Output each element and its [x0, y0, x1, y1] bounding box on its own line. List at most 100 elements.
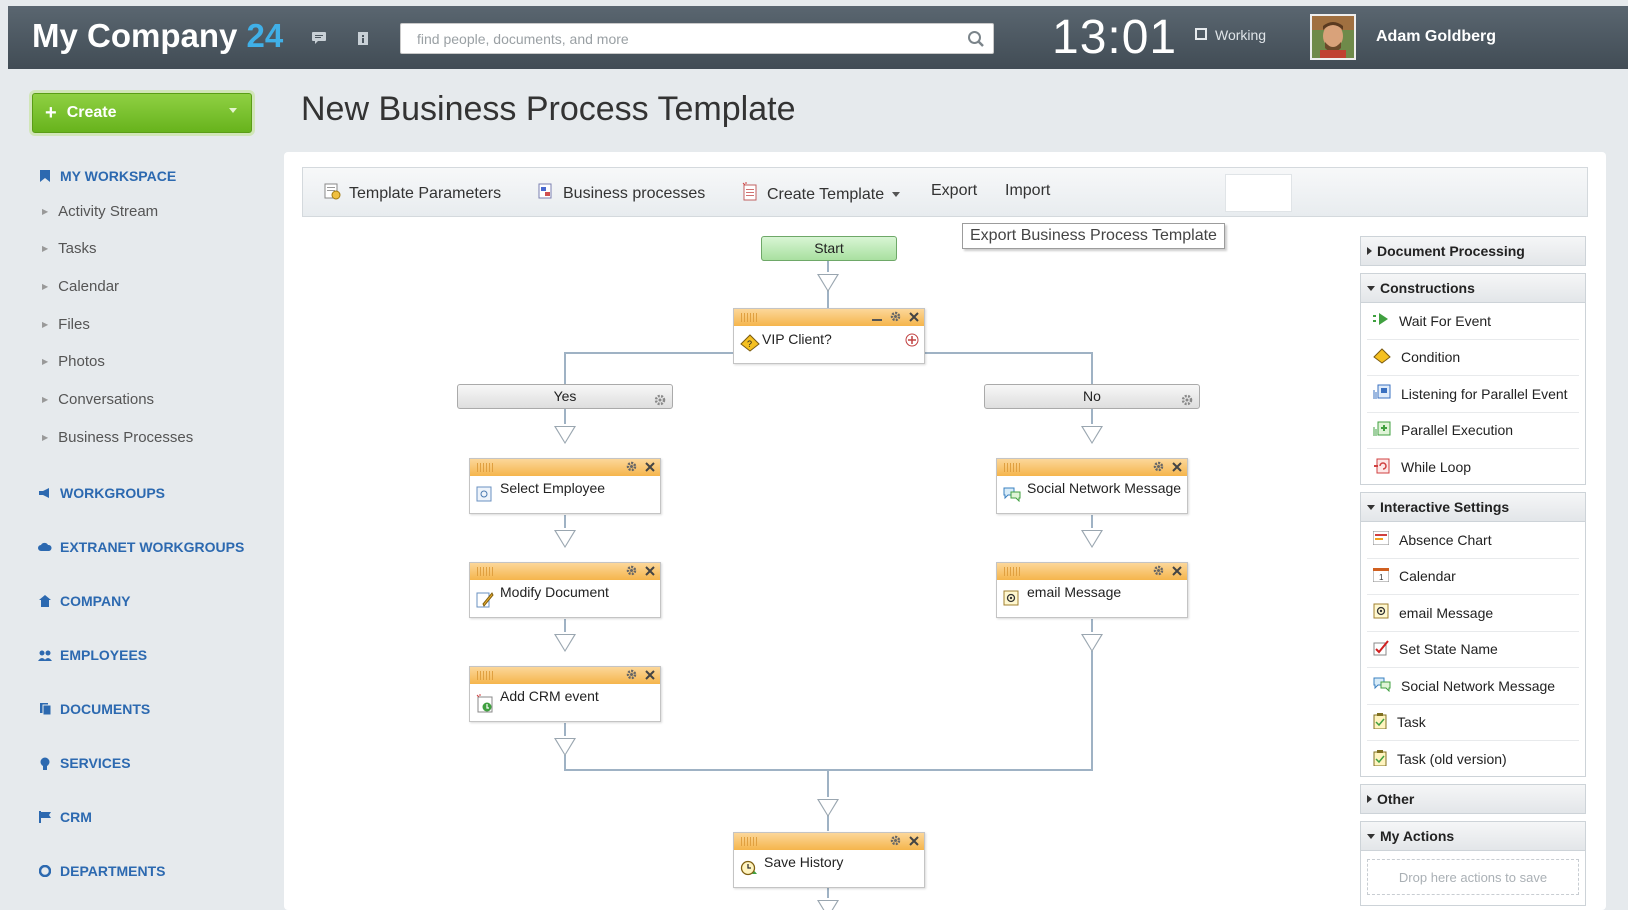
close-icon[interactable] — [909, 309, 919, 327]
drag-handle[interactable] — [1004, 567, 1020, 576]
palette-group-interactive-settings[interactable]: Interactive Settings — [1360, 492, 1586, 522]
palette-item-listening-for-parallel-event[interactable]: Listening for Parallel Event — [1367, 376, 1579, 413]
palette-item-parallel-execution[interactable]: Parallel Execution — [1367, 413, 1579, 449]
sidebar-section-crm[interactable]: CRM — [38, 809, 92, 825]
connector — [827, 769, 829, 797]
crm-event-icon — [476, 694, 494, 717]
palette-group-other[interactable]: Other — [1360, 784, 1586, 814]
sidebar-item-conversations[interactable]: ▶ Conversations — [42, 391, 154, 408]
gear-icon[interactable] — [1181, 390, 1193, 413]
gear-icon[interactable] — [1153, 563, 1164, 581]
block-titlebar[interactable] — [470, 563, 660, 580]
drag-handle[interactable] — [477, 671, 493, 680]
sidebar-section-employees[interactable]: EMPLOYEES — [38, 647, 147, 663]
close-icon[interactable] — [1172, 459, 1182, 477]
sidebar-section-extranet-workgroups[interactable]: EXTRANET WORKGROUPS — [38, 539, 244, 555]
sidebar-section-my-workspace[interactable]: MY WORKSPACE — [38, 168, 176, 184]
sidebar-section-company[interactable]: COMPANY — [38, 593, 131, 609]
palette-item-label: Task — [1397, 714, 1426, 731]
export-button[interactable]: Export — [931, 182, 977, 200]
palette-my-actions-list: Drop here actions to save — [1360, 851, 1586, 906]
block-titlebar[interactable] — [734, 833, 924, 850]
add-branch-icon[interactable] — [905, 333, 919, 350]
start-node[interactable]: Start — [761, 236, 897, 261]
block-titlebar[interactable] — [734, 309, 924, 326]
connector — [827, 815, 829, 831]
search-icon[interactable] — [967, 30, 985, 53]
messages-icon[interactable] — [310, 30, 328, 46]
sidebar-section-label: EMPLOYEES — [60, 647, 148, 663]
palette-group-constructions[interactable]: Constructions — [1360, 273, 1586, 303]
drag-handle[interactable] — [1004, 463, 1020, 472]
branch-no[interactable]: No — [984, 384, 1200, 409]
sidebar-item-calendar[interactable]: ▶ Calendar — [42, 278, 119, 295]
gear-icon[interactable] — [890, 309, 901, 327]
close-icon[interactable] — [909, 833, 919, 851]
search-input[interactable] — [401, 24, 941, 53]
gear-icon[interactable] — [890, 833, 901, 851]
palette-item-absence-chart[interactable]: Absence Chart — [1367, 522, 1579, 559]
palette-item-task[interactable]: Task — [1367, 705, 1579, 741]
block-titlebar[interactable] — [470, 667, 660, 684]
action-add-crm-event[interactable]: Add CRM event — [469, 666, 661, 722]
block-titlebar[interactable] — [470, 459, 660, 476]
bookmark-icon — [38, 170, 52, 182]
minimize-icon[interactable] — [872, 309, 882, 327]
drag-handle[interactable] — [477, 463, 493, 472]
template-parameters-button[interactable]: Template Parameters — [323, 182, 501, 205]
action-select-employee[interactable]: Select Employee — [469, 458, 661, 514]
toolbar-label: Create Template — [767, 185, 885, 203]
block-titlebar[interactable] — [997, 459, 1187, 476]
sidebar-section-services[interactable]: SERVICES — [38, 755, 131, 771]
drag-handle[interactable] — [477, 567, 493, 576]
notifications-icon[interactable] — [354, 30, 372, 46]
gear-icon[interactable] — [626, 459, 637, 477]
my-actions-dropzone[interactable]: Drop here actions to save — [1367, 859, 1579, 895]
gear-icon[interactable] — [1153, 459, 1164, 477]
sidebar-item-business-processes[interactable]: ▶ Business Processes — [42, 429, 193, 446]
sidebar-item-tasks[interactable]: ▶ Tasks — [42, 240, 97, 257]
sidebar-item-photos[interactable]: ▶ Photos — [42, 353, 105, 370]
palette-item-calendar[interactable]: 1 Calendar — [1367, 559, 1579, 595]
gear-icon[interactable] — [654, 390, 666, 413]
gear-icon[interactable] — [626, 563, 637, 581]
create-button[interactable]: + Create — [32, 93, 252, 133]
palette-group-my-actions[interactable]: My Actions — [1360, 821, 1586, 851]
palette-item-social-network-message[interactable]: Social Network Message — [1367, 668, 1579, 705]
work-status[interactable]: Working — [1195, 27, 1266, 43]
business-processes-button[interactable]: Business processes — [537, 182, 705, 205]
global-search — [400, 23, 994, 54]
palette-item-task-old-version[interactable]: Task (old version) — [1367, 741, 1579, 778]
action-save-history[interactable]: Save History — [733, 832, 925, 888]
company-logo[interactable]: My Company 24 — [32, 17, 283, 55]
palette-item-label: Absence Chart — [1399, 531, 1492, 548]
close-icon[interactable] — [645, 667, 655, 685]
sidebar-item-files[interactable]: ▶ Files — [42, 316, 90, 333]
palette-item-condition[interactable]: Condition — [1367, 340, 1579, 376]
palette-item-email-message[interactable]: email Message — [1367, 595, 1579, 632]
close-icon[interactable] — [645, 563, 655, 581]
action-email-message[interactable]: email Message — [996, 562, 1188, 618]
action-social-network-message[interactable]: Social Network Message — [996, 458, 1188, 514]
avatar[interactable] — [1310, 14, 1356, 60]
drag-handle[interactable] — [741, 313, 757, 322]
sidebar-section-departments[interactable]: DEPARTMENTS — [38, 863, 166, 879]
palette-item-wait-for-event[interactable]: Wait For Event — [1367, 303, 1579, 340]
palette-item-set-state-name[interactable]: Set State Name — [1367, 632, 1579, 668]
close-icon[interactable] — [645, 459, 655, 477]
action-modify-document[interactable]: Modify Document — [469, 562, 661, 618]
sidebar-section-workgroups[interactable]: WORKGROUPS — [38, 485, 165, 501]
sidebar-section-documents[interactable]: DOCUMENTS — [38, 701, 150, 717]
close-icon[interactable] — [1172, 563, 1182, 581]
gear-icon[interactable] — [626, 667, 637, 685]
create-template-dropdown[interactable]: Create Template — [741, 182, 901, 207]
import-button[interactable]: Import — [1005, 182, 1050, 200]
condition-block[interactable]: ? VIP Client? — [733, 308, 925, 364]
block-titlebar[interactable] — [997, 563, 1187, 580]
palette-item-while-loop[interactable]: While Loop — [1367, 449, 1579, 486]
palette-group-document-processing[interactable]: Document Processing — [1360, 236, 1586, 266]
branch-yes[interactable]: Yes — [457, 384, 673, 409]
drag-handle[interactable] — [741, 837, 757, 846]
sidebar-item-activity-stream[interactable]: ▶ Activity Stream — [42, 203, 158, 220]
user-name[interactable]: Adam Goldberg — [1376, 28, 1496, 46]
